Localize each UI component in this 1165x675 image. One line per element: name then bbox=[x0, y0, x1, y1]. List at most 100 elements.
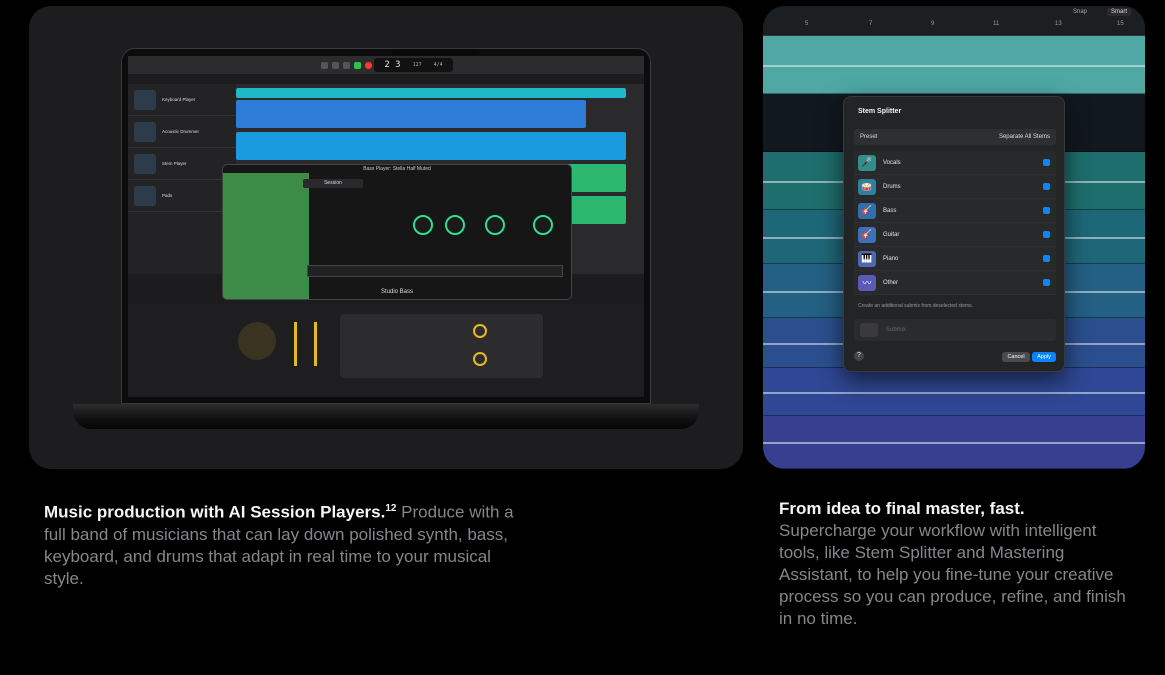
preset-dropdown[interactable]: Separate All Stems bbox=[999, 134, 1050, 140]
track-header[interactable]: Pads bbox=[128, 180, 236, 212]
piano-checkbox[interactable] bbox=[1043, 255, 1050, 262]
bass-guitar-icon: 🎸 bbox=[858, 202, 876, 219]
stop-icon[interactable] bbox=[343, 61, 351, 69]
play-icon[interactable] bbox=[354, 61, 362, 69]
other-checkbox[interactable] bbox=[1043, 279, 1050, 286]
audio-track[interactable] bbox=[763, 416, 1145, 469]
rewind-icon[interactable] bbox=[321, 61, 329, 69]
track-list: Keyboard Player Acoustic Drummer Stem Pl… bbox=[128, 84, 236, 274]
stem-row-piano[interactable]: 🎹 Piano bbox=[854, 247, 1056, 271]
submix-note: Create an additional submix from deselec… bbox=[858, 303, 974, 309]
drums-icon: 🥁 bbox=[858, 178, 876, 195]
knob-amp[interactable] bbox=[533, 215, 553, 235]
fill-complexity-knob[interactable] bbox=[473, 352, 487, 366]
submix-row: Submix bbox=[854, 319, 1056, 341]
ruler-number: 13 bbox=[1055, 21, 1062, 27]
stem-row-bass[interactable]: 🎸 Bass bbox=[854, 199, 1056, 223]
submix-icon bbox=[860, 323, 878, 337]
record-icon[interactable] bbox=[365, 61, 373, 69]
track-header[interactable]: Acoustic Drummer bbox=[128, 116, 236, 148]
track-name: Keyboard Player bbox=[162, 97, 196, 102]
stem-label: Bass bbox=[883, 207, 897, 214]
waveform bbox=[763, 64, 1145, 67]
lcd-signature: 4/4 bbox=[433, 62, 443, 68]
ruler-number: 9 bbox=[931, 21, 935, 27]
ruler-number: 11 bbox=[993, 21, 1000, 27]
guitar-icon: 🎸 bbox=[858, 226, 876, 243]
bass-guitar-image bbox=[223, 173, 309, 299]
preset-label: Preset bbox=[860, 134, 878, 140]
track-name: Acoustic Drummer bbox=[162, 129, 200, 134]
track-header[interactable]: Stem Player bbox=[128, 148, 236, 180]
complexity-slider[interactable] bbox=[294, 322, 297, 366]
cancel-button[interactable]: Cancel bbox=[1002, 352, 1030, 362]
region-keyboard[interactable] bbox=[236, 100, 586, 128]
chord-panel bbox=[340, 314, 543, 378]
piano-icon: 🎹 bbox=[858, 250, 876, 267]
region-ruler-cyan[interactable] bbox=[236, 88, 626, 98]
intensity-slider[interactable] bbox=[314, 322, 317, 366]
stem-row-other[interactable]: 〰 Other bbox=[854, 271, 1056, 295]
drums-checkbox[interactable] bbox=[1043, 183, 1050, 190]
track-name: Stem Player bbox=[162, 161, 187, 166]
session-selector[interactable]: Session bbox=[303, 179, 363, 188]
knob-bridge[interactable] bbox=[445, 215, 465, 235]
lcd-display: 2 3 127 4/4 bbox=[374, 58, 453, 72]
lcd-tempo: 127 bbox=[412, 62, 422, 68]
vocals-checkbox[interactable] bbox=[1043, 159, 1050, 166]
stem-row-guitar[interactable]: 🎸 Guitar bbox=[854, 223, 1056, 247]
stem-label: Drums bbox=[883, 183, 901, 190]
audio-track[interactable] bbox=[763, 36, 1145, 94]
ruler-number: 15 bbox=[1117, 21, 1124, 27]
help-button[interactable]: ? bbox=[854, 351, 864, 361]
waveform-icon: 〰 bbox=[858, 274, 876, 291]
camera-notch bbox=[391, 49, 479, 56]
stem-label: Guitar bbox=[883, 231, 900, 238]
stem-row-drums[interactable]: 🥁 Drums bbox=[854, 175, 1056, 199]
caption-heading: From idea to final master, fast. bbox=[779, 499, 1025, 518]
stem-label: Vocals bbox=[883, 159, 901, 166]
dialog-title: Stem Splitter bbox=[858, 108, 902, 115]
fill-amount-knob[interactable] bbox=[473, 324, 487, 338]
region-pads[interactable] bbox=[566, 196, 626, 224]
daw-toolbar: 2 3 127 4/4 bbox=[128, 56, 644, 74]
piano-icon bbox=[134, 89, 156, 110]
footnote-link[interactable]: 12 bbox=[385, 503, 396, 514]
bass-checkbox[interactable] bbox=[1043, 207, 1050, 214]
session-player-editor bbox=[128, 304, 644, 397]
knob-tone[interactable] bbox=[485, 215, 505, 235]
region-drums[interactable] bbox=[236, 132, 626, 160]
stem-label: Other bbox=[883, 279, 899, 286]
drums-icon bbox=[134, 121, 156, 142]
laptop-screen: 2 3 127 4/4 Keyboard Player Acoustic Dru… bbox=[128, 56, 644, 397]
ruler-number: 5 bbox=[805, 21, 809, 27]
plugin-title: Bass Player: Stella Half Muted bbox=[363, 166, 431, 172]
snap-dropdown[interactable]: Smart bbox=[1106, 8, 1131, 16]
submix-label: Submix bbox=[886, 327, 907, 333]
track-name: Pads bbox=[162, 193, 173, 198]
snap-label: Snap bbox=[1072, 9, 1087, 15]
bass-player-avatar bbox=[238, 322, 276, 360]
caption-stem-splitter: From idea to final master, fast. Supercha… bbox=[779, 498, 1139, 630]
forward-icon[interactable] bbox=[332, 61, 340, 69]
stem-row-vocals[interactable]: 🎤 Vocals bbox=[854, 151, 1056, 175]
track-header[interactable]: Keyboard Player bbox=[128, 84, 236, 116]
waveform bbox=[763, 442, 1145, 444]
lcd-position: 2 3 bbox=[384, 60, 401, 70]
knob-mute[interactable] bbox=[413, 215, 433, 235]
laptop-base bbox=[73, 404, 699, 429]
audio-track[interactable] bbox=[763, 368, 1145, 416]
feature-card-session-players: 2 3 127 4/4 Keyboard Player Acoustic Dru… bbox=[29, 6, 743, 469]
caption-body: Supercharge your workflow with intellige… bbox=[779, 521, 1126, 628]
plugin-name: Studio Bass bbox=[380, 289, 414, 295]
bass-guitar-icon bbox=[134, 153, 156, 174]
stem-list: 🎤 Vocals 🥁 Drums 🎸 Bass 🎸 Guitar 🎹 Piano 〰 Oth… bbox=[854, 151, 1056, 295]
waveform bbox=[763, 391, 1145, 394]
preset-row: Preset Separate All Stems bbox=[854, 129, 1056, 145]
apply-button[interactable]: Apply bbox=[1032, 352, 1056, 362]
guitar-checkbox[interactable] bbox=[1043, 231, 1050, 238]
region-bass[interactable] bbox=[566, 164, 626, 192]
stem-label: Piano bbox=[883, 255, 899, 262]
synth-icon bbox=[134, 185, 156, 206]
feature-card-stem-splitter: Snap Smart 5 7 9 11 13 15 Stem Splitter … bbox=[763, 6, 1145, 469]
